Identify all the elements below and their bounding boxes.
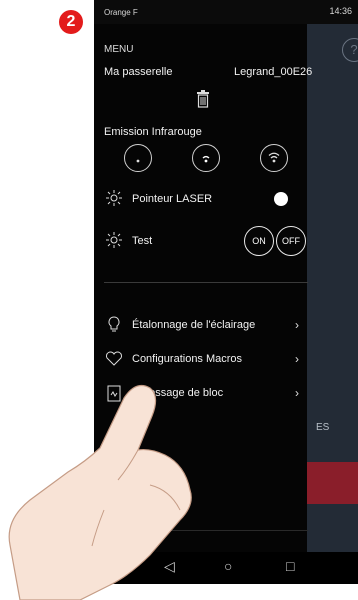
laser-toggle[interactable] xyxy=(274,192,288,206)
wifi-high-icon xyxy=(268,152,280,163)
menu-item-macros[interactable]: Configurations Macros › xyxy=(94,348,307,372)
lightbulb-icon xyxy=(108,316,120,332)
infrared-label: Emission Infrarouge xyxy=(104,126,202,138)
step-badge: 2 xyxy=(59,10,83,34)
infrared-low-button[interactable] xyxy=(124,144,152,172)
gateway-name[interactable]: Legrand_00E26 xyxy=(234,66,312,78)
wifi-low-icon xyxy=(136,159,140,163)
chevron-right-icon: › xyxy=(295,352,299,366)
laser-sun-icon xyxy=(106,190,122,211)
infrared-high-button[interactable] xyxy=(260,144,288,172)
chevron-right-icon: › xyxy=(295,318,299,332)
background-partial-label: ES xyxy=(316,422,330,433)
test-label: Test xyxy=(132,235,153,247)
menu-item-label: Étalonnage de l'éclairage xyxy=(132,319,256,331)
gateway-label: Ma passerelle xyxy=(104,66,173,78)
carrier-label: Orange F xyxy=(104,8,138,17)
menu-item-label: Configurations Macros xyxy=(132,353,243,365)
infrared-medium-button[interactable] xyxy=(192,144,220,172)
test-on-button[interactable]: ON xyxy=(244,226,274,256)
background-action-button[interactable] xyxy=(307,462,358,504)
menu-title: MENU xyxy=(104,44,134,55)
recents-icon[interactable]: □ xyxy=(286,558,294,574)
menu-item-calibration[interactable]: Étalonnage de l'éclairage › xyxy=(94,314,307,338)
test-off-button[interactable]: OFF xyxy=(276,226,306,256)
divider xyxy=(104,282,308,283)
chevron-right-icon: › xyxy=(295,386,299,400)
home-icon[interactable]: ○ xyxy=(224,558,232,574)
pointing-hand-illustration xyxy=(8,385,192,600)
wifi-medium-icon xyxy=(202,155,210,163)
status-bar: Orange F 14:36 xyxy=(94,0,358,24)
test-sun-icon xyxy=(106,232,122,253)
heart-icon xyxy=(106,351,122,366)
trash-icon[interactable] xyxy=(196,90,210,113)
laser-label: Pointeur LASER xyxy=(132,193,213,205)
clock: 14:36 xyxy=(329,6,352,16)
